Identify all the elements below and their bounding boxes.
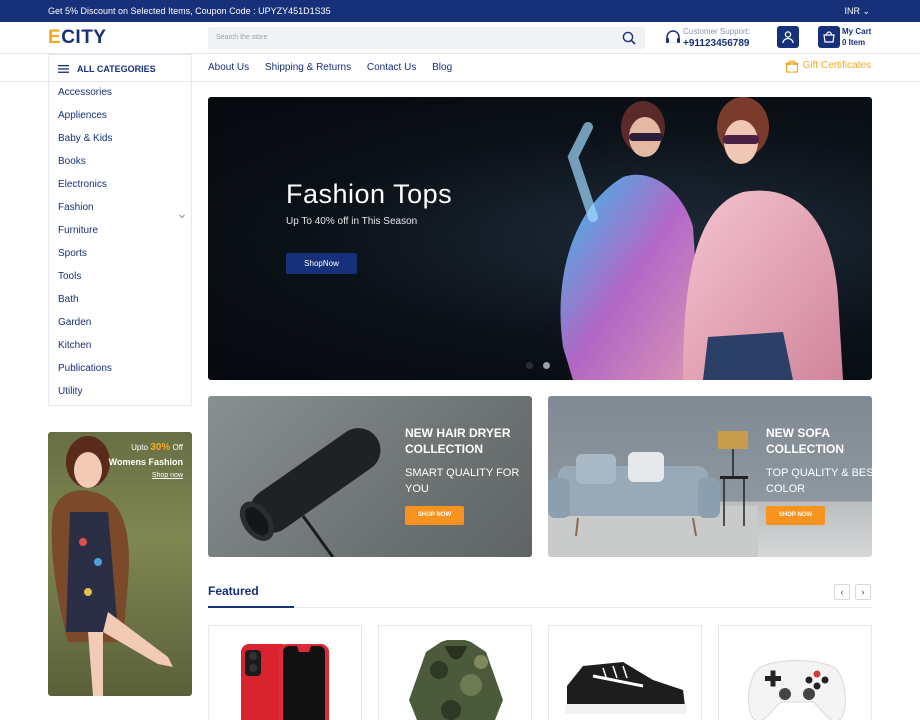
category-item[interactable]: Tools <box>58 271 81 282</box>
cart-button[interactable] <box>818 26 840 48</box>
nav-link-shipping[interactable]: Shipping & Returns <box>265 62 351 73</box>
off-text: Off <box>172 443 183 452</box>
product-card-phone[interactable] <box>208 625 362 720</box>
nav-link-about[interactable]: About Us <box>208 62 249 73</box>
search-bar[interactable]: Search the store <box>208 27 645 49</box>
chevron-down-icon[interactable] <box>179 206 185 224</box>
user-icon <box>782 31 794 44</box>
category-item[interactable]: Utility <box>58 386 82 397</box>
main-nav: ALL CATEGORIES About Us Shipping & Retur… <box>0 54 920 82</box>
slider-dot[interactable] <box>526 362 533 369</box>
sneaker-image <box>565 662 687 714</box>
side-ad-shop-link[interactable]: Shop now <box>152 472 183 479</box>
product-card-shoes[interactable] <box>548 625 702 720</box>
category-item[interactable]: Bath <box>58 294 79 305</box>
nav-links: About Us Shipping & Returns Contact Us B… <box>208 62 465 73</box>
discount-percent: 30% <box>150 442 171 453</box>
all-categories-toggle[interactable]: ALL CATEGORIES <box>48 54 192 82</box>
promo-text: Get 5% Discount on Selected Items, Coupo… <box>48 6 331 16</box>
currency-selector[interactable]: INR ⌄ <box>844 6 870 17</box>
category-item[interactable]: Furniture <box>58 225 98 236</box>
chevron-down-icon: ⌄ <box>862 6 870 16</box>
gift-icon <box>785 60 798 73</box>
upto-text: Upto <box>131 443 148 452</box>
side-ad-discount: Upto 30% Off <box>131 442 183 453</box>
sofa-image <box>548 431 758 557</box>
banner-subtitle: SMART QUALITY FOR YOU <box>405 467 520 495</box>
hero-subtitle: Up To 40% off in This Season <box>286 216 418 227</box>
category-item[interactable]: Baby & Kids <box>58 133 112 144</box>
slider-dots <box>526 356 560 374</box>
phone-image <box>241 644 329 720</box>
account-button[interactable] <box>777 26 799 48</box>
customer-support[interactable]: Customer Support: +91123456789 <box>662 26 772 50</box>
category-item[interactable]: Accessories <box>58 87 112 98</box>
hair-dryer-image <box>239 428 381 557</box>
promo-banner-sofa[interactable]: NEW SOFA COLLECTION TOP QUALITY & BEST C… <box>548 396 872 557</box>
support-number[interactable]: +91123456789 <box>683 38 749 49</box>
hero-slider[interactable]: Fashion Tops Up To 40% off in This Seaso… <box>208 97 872 380</box>
nav-link-contact[interactable]: Contact Us <box>367 62 416 73</box>
logo-letter-e: E <box>48 27 62 48</box>
banner-subtitle: TOP QUALITY & BEST COLOR <box>766 467 872 495</box>
carousel-next-button[interactable]: › <box>855 584 871 600</box>
gift-certificates-link[interactable]: Gift Certificates <box>785 60 871 73</box>
cart-summary[interactable]: My Cart 0 Item <box>842 26 871 48</box>
hero-shop-now-button[interactable]: ShopNow <box>286 253 357 274</box>
search-input[interactable]: Search the store <box>216 34 267 41</box>
site-logo[interactable]: ECITY <box>48 27 106 49</box>
logo-text: CITY <box>61 27 107 48</box>
category-item[interactable]: Fashion <box>58 202 94 213</box>
category-item[interactable]: Garden <box>58 317 91 328</box>
nav-link-blog[interactable]: Blog <box>432 62 452 73</box>
search-icon[interactable] <box>621 30 637 46</box>
side-ad-womens-fashion[interactable]: Upto 30% Off Womens Fashion Shop now <box>48 432 192 696</box>
category-sidebar: Accessories Appliences Baby & Kids Books… <box>48 82 192 406</box>
product-card-controller[interactable] <box>718 625 872 720</box>
top-promo-bar: Get 5% Discount on Selected Items, Coupo… <box>0 0 920 22</box>
banner-title: NEW HAIR DRYER COLLECTION <box>405 426 511 456</box>
hoodie-image <box>409 640 503 720</box>
banner-shop-now-button[interactable]: SHOP NOW <box>766 506 825 525</box>
category-item[interactable]: Appliences <box>58 110 107 121</box>
slider-dot-active[interactable] <box>543 362 550 369</box>
category-item[interactable]: Sports <box>58 248 87 259</box>
currency-label: INR <box>844 6 860 16</box>
promo-banner-hair-dryer[interactable]: NEW HAIR DRYER COLLECTION SMART QUALITY … <box>208 396 532 557</box>
carousel-prev-button[interactable]: ‹ <box>834 584 850 600</box>
category-item[interactable]: Publications <box>58 363 112 374</box>
category-item[interactable]: Kitchen <box>58 340 91 351</box>
side-ad-title: Womens Fashion <box>108 457 183 467</box>
all-categories-label: ALL CATEGORIES <box>77 64 156 74</box>
cart-icon <box>823 31 835 43</box>
product-card-hoodie[interactable] <box>378 625 532 720</box>
banner-title: NEW SOFA COLLECTION <box>766 426 844 456</box>
banner-shop-now-button[interactable]: SHOP NOW <box>405 506 464 525</box>
featured-heading: Featured <box>208 584 259 598</box>
site-header: ECITY Search the store Customer Support:… <box>0 22 920 54</box>
featured-divider <box>208 607 872 608</box>
cart-label: My Cart <box>842 27 872 36</box>
featured-underline <box>208 606 294 608</box>
hero-image <box>560 97 843 380</box>
headset-icon <box>666 30 680 43</box>
hero-title: Fashion Tops <box>286 179 453 209</box>
cart-count: 0 Item <box>842 38 866 47</box>
category-item[interactable]: Electronics <box>58 179 107 190</box>
category-item[interactable]: Books <box>58 156 86 167</box>
menu-icon <box>58 65 69 73</box>
game-controller-image <box>748 660 846 720</box>
gift-label: Gift Certificates <box>802 60 871 71</box>
support-label: Customer Support: <box>683 27 751 36</box>
